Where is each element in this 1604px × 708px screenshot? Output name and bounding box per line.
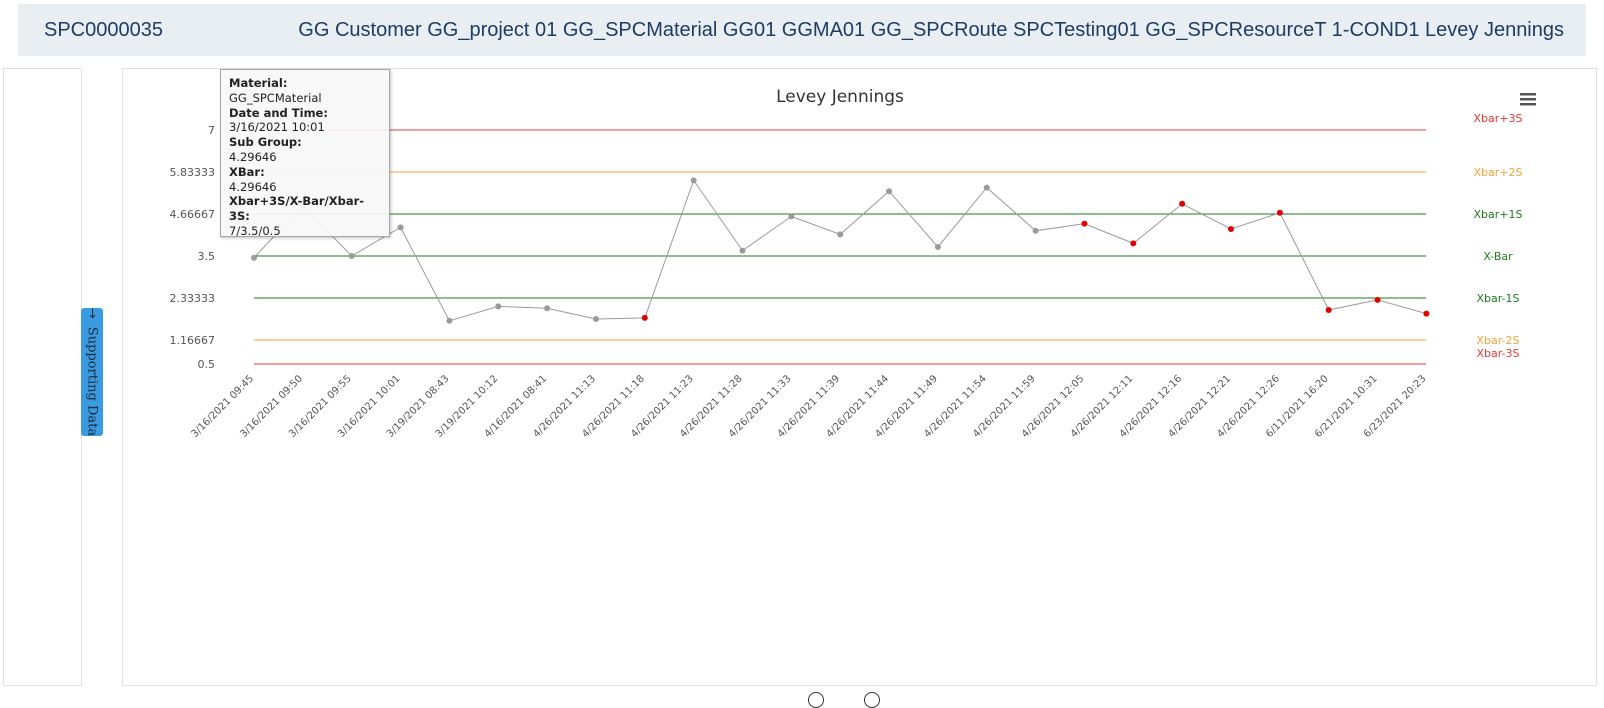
tooltip-xbar-value: 4.29646 (229, 179, 277, 194)
data-point-9[interactable] (690, 177, 697, 184)
data-point-5[interactable] (495, 303, 502, 310)
y-tick-label-4: 2.33333 (170, 292, 216, 305)
y-tick-label-6: 0.5 (198, 358, 216, 371)
supporting-data-panel (3, 68, 82, 686)
tooltip-datetime-label: Date and Time: (229, 105, 328, 120)
control-line-label-2: Xbar+1S (1474, 208, 1523, 221)
tooltip-limits-label: Xbar+3S/X-Bar/Xbar-3S: (229, 194, 365, 224)
series-line (253, 179, 1427, 322)
chart-description: GG Customer GG_project 01 GG_SPCMaterial… (298, 18, 1564, 41)
data-point-7[interactable] (592, 316, 599, 322)
hamburger-menu-icon[interactable] (1520, 93, 1536, 106)
data-point-24[interactable] (1423, 310, 1430, 317)
data-point-16[interactable] (1032, 227, 1039, 234)
scroll-circle-left[interactable] (808, 692, 824, 708)
control-line-label-0: Xbar+3S (1474, 112, 1523, 125)
data-point-0[interactable] (251, 254, 257, 261)
tooltip-subgroup-value: 4.29646 (229, 149, 277, 164)
data-point-10[interactable] (739, 247, 746, 254)
tooltip-limits-value: 7/3.5/0.5 (229, 223, 281, 238)
data-point-14[interactable] (934, 244, 941, 250)
y-tick-label-3: 3.5 (198, 250, 216, 263)
data-point-20[interactable] (1228, 226, 1234, 232)
page-header: SPC0000035 GG Customer GG_project 01 GG_… (18, 4, 1586, 56)
control-line-label-1: Xbar+2S (1474, 166, 1523, 179)
bottom-controls (808, 692, 888, 708)
control-line-label-4: Xbar-1S (1476, 292, 1519, 305)
tooltip-subgroup-label: Sub Group: (229, 135, 302, 150)
data-point-22[interactable] (1325, 307, 1332, 313)
data-point-11[interactable] (788, 213, 795, 220)
tooltip-material-label: Material: (229, 76, 288, 90)
supporting-data-tab[interactable]: → Supporting Data (81, 308, 103, 436)
data-point-21[interactable] (1276, 209, 1283, 216)
y-tick-label-2: 4.66667 (170, 208, 216, 221)
chart-title: Levey Jennings (776, 87, 904, 107)
supporting-data-label: Supporting Data (84, 326, 100, 437)
y-tick-label-0: 7 (208, 124, 215, 137)
data-point-18[interactable] (1130, 240, 1137, 247)
data-point-2[interactable] (348, 253, 355, 259)
control-line-label-6: Xbar-3S (1476, 347, 1519, 360)
y-tick-label-5: 1.16667 (170, 334, 216, 347)
arrow-right-icon: → (84, 307, 100, 319)
data-point-23[interactable] (1374, 296, 1381, 303)
data-point-6[interactable] (544, 305, 551, 312)
tooltip-material-value: GG_SPCMaterial (229, 90, 322, 105)
control-line-label-5: Xbar-2S (1476, 334, 1519, 347)
data-point-12[interactable] (837, 231, 844, 238)
control-line-label-3: X-Bar (1483, 250, 1513, 263)
chart-id: SPC0000035 (44, 18, 163, 41)
tooltip-xbar-label: XBar: (229, 164, 265, 179)
data-point-15[interactable] (983, 184, 990, 191)
point-tooltip: Material: GG_SPCMaterial Date and Time: … (220, 69, 390, 238)
data-point-8[interactable] (641, 314, 648, 321)
data-point-13[interactable] (886, 188, 893, 195)
tooltip-datetime-value: 3/16/2021 10:01 (229, 120, 325, 135)
data-point-4[interactable] (446, 317, 453, 324)
data-point-3[interactable] (397, 224, 404, 231)
y-tick-label-1: 5.83333 (170, 166, 216, 179)
scroll-circle-right[interactable] (864, 692, 880, 708)
data-point-19[interactable] (1179, 200, 1186, 207)
data-point-17[interactable] (1081, 220, 1088, 227)
